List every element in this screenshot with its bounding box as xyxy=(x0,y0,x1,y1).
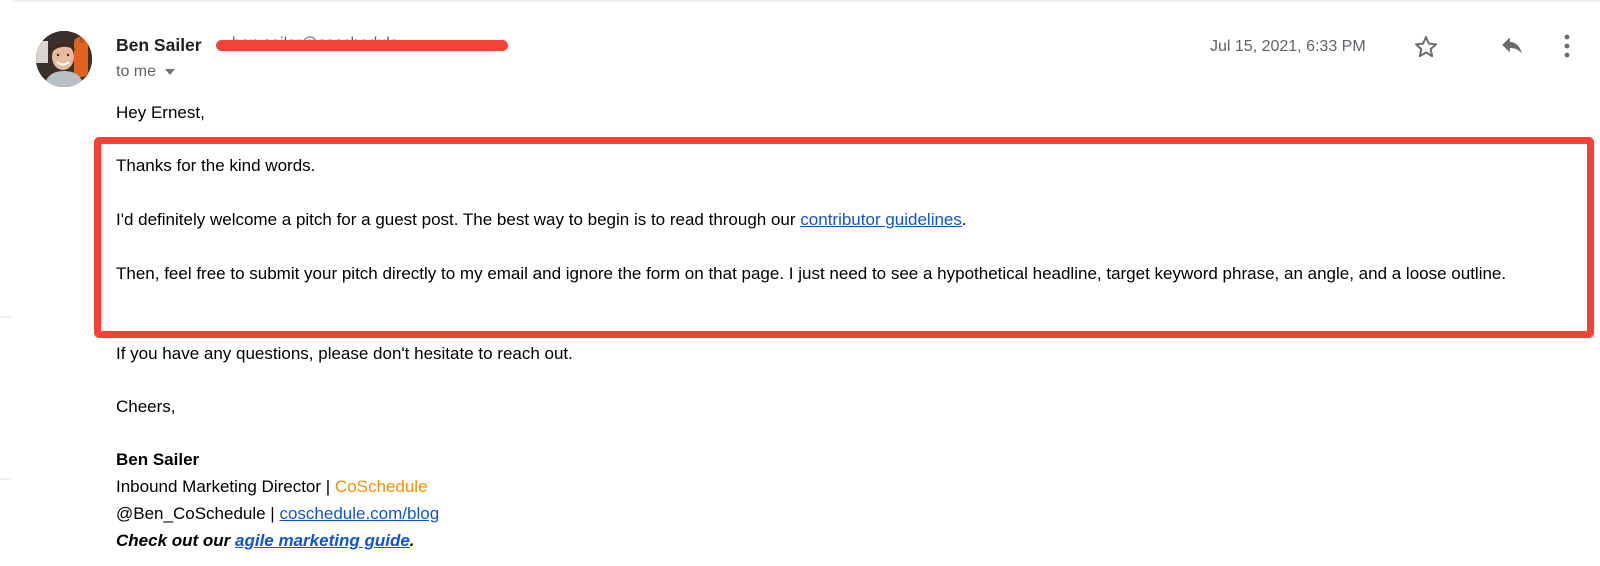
paragraph: Then, feel free to submit your pitch dir… xyxy=(116,264,1507,283)
signature-title-text: Inbound Marketing Director | xyxy=(116,477,335,496)
reply-icon xyxy=(1502,37,1522,54)
email-message-view: Ben Sailer ben.sailer@coschedule to me J… xyxy=(0,0,1600,566)
divider xyxy=(12,0,1600,2)
twitter-handle: @Ben_CoSchedule | xyxy=(116,504,280,523)
signature-name: Ben Sailer xyxy=(116,450,200,469)
paragraph-text: . xyxy=(961,210,967,229)
more-vert-icon xyxy=(1564,34,1570,58)
blog-link[interactable]: coschedule.com/blog xyxy=(279,504,439,523)
recipient-label: to me xyxy=(116,63,157,80)
more-options-button[interactable] xyxy=(1560,33,1574,59)
highlight-annotation-box xyxy=(94,137,1594,338)
sender-email-redacted: ben.sailer@coschedule xyxy=(216,35,508,54)
timestamp: Jul 15, 2021, 6:33 PM xyxy=(1210,38,1366,55)
contributor-guidelines-link[interactable]: contributor guidelines xyxy=(800,210,962,229)
sender-name[interactable]: Ben Sailer xyxy=(116,35,202,56)
star-button[interactable] xyxy=(1412,33,1440,61)
recipient-details-toggle[interactable]: to me xyxy=(116,63,176,81)
signature-cta: Check out our agile marketing guide. xyxy=(116,527,415,554)
signature-social: @Ben_CoSchedule | coschedule.com/blog xyxy=(116,500,439,527)
redaction-bar xyxy=(216,40,508,51)
closing: Cheers, xyxy=(116,397,176,416)
star-icon xyxy=(1414,36,1438,58)
paragraph-text: I'd definitely welcome a pitch for a gue… xyxy=(116,210,801,229)
sender-avatar[interactable] xyxy=(36,31,92,87)
reply-button[interactable] xyxy=(1497,33,1527,59)
signature-title: Inbound Marketing Director | CoSchedule xyxy=(116,473,428,500)
paragraph: If you have any questions, please don't … xyxy=(116,344,573,363)
greeting: Hey Ernest, xyxy=(116,103,205,122)
agile-marketing-guide-link[interactable]: agile marketing guide xyxy=(235,531,410,550)
cta-text: . xyxy=(409,531,415,550)
paragraph: I'd definitely welcome a pitch for a gue… xyxy=(116,206,967,233)
company-name: CoSchedule xyxy=(334,477,428,496)
paragraph: Thanks for the kind words. xyxy=(116,156,316,175)
divider xyxy=(0,316,12,318)
chevron-down-icon[interactable] xyxy=(165,69,176,75)
divider xyxy=(0,478,12,480)
cta-text: Check out our xyxy=(116,531,236,550)
avatar-photo-icon xyxy=(36,31,92,87)
